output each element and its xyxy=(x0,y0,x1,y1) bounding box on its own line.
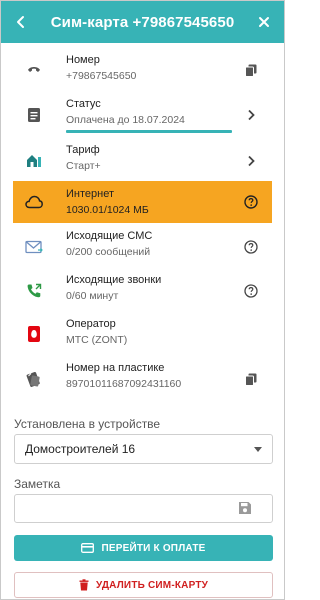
cloud-icon xyxy=(25,193,43,211)
sim-card-icon xyxy=(25,370,43,388)
help-icon[interactable] xyxy=(242,238,260,256)
credit-card-icon xyxy=(81,543,95,553)
operator-value: МТС (ZONT) xyxy=(66,334,128,346)
chevron-right-icon[interactable] xyxy=(242,106,260,124)
row-internet-text: Интернет 1030.01/1024 МБ xyxy=(66,187,149,217)
calls-value: 0/60 минут xyxy=(66,290,119,302)
tariff-icon xyxy=(25,151,43,169)
status-label: Статус xyxy=(66,98,101,110)
close-icon[interactable] xyxy=(254,12,274,32)
trash-icon xyxy=(79,579,89,591)
chevron-down-icon xyxy=(254,447,262,452)
pay-button[interactable]: ПЕРЕЙТИ К ОПЛАТЕ xyxy=(14,535,273,561)
row-calls: Исходящие звонки 0/60 минут xyxy=(13,273,272,309)
number-label: Номер xyxy=(66,54,100,66)
sms-label: Исходящие СМС xyxy=(66,230,153,242)
phone-icon xyxy=(25,60,43,78)
device-select-value: Домостроителей 16 xyxy=(25,442,136,456)
status-progress-bar xyxy=(66,130,232,133)
chevron-right-icon[interactable] xyxy=(242,152,260,170)
row-internet: Интернет 1030.01/1024 МБ xyxy=(13,181,272,223)
device-label: Установлена в устройстве xyxy=(14,417,161,431)
delete-button-label: УДАЛИТЬ СИМ-КАРТУ xyxy=(95,579,209,591)
tariff-value: Старт+ xyxy=(66,160,101,172)
back-icon[interactable] xyxy=(11,12,31,32)
note-input[interactable] xyxy=(14,494,273,523)
row-calls-text: Исходящие звонки 0/60 минут xyxy=(66,273,161,303)
row-plastic: Номер на пластике 89701011687092431160 xyxy=(13,361,272,397)
tariff-label: Тариф xyxy=(66,144,100,156)
note-label: Заметка xyxy=(14,477,61,491)
row-status-text: Статус Оплачена до 18.07.2024 xyxy=(66,97,185,127)
envelope-icon xyxy=(25,238,43,256)
device-select[interactable]: Домостроителей 16 xyxy=(14,434,273,464)
row-operator: Оператор МТС (ZONT) xyxy=(13,317,272,353)
row-number-text: Номер +79867545650 xyxy=(66,53,136,83)
internet-label: Интернет xyxy=(66,188,114,200)
help-icon[interactable] xyxy=(242,282,260,300)
row-operator-text: Оператор МТС (ZONT) xyxy=(66,317,127,347)
sms-value: 0/200 сообщений xyxy=(66,246,151,258)
row-number: Номер +79867545650 xyxy=(13,53,272,89)
internet-value: 1030.01/1024 МБ xyxy=(66,204,149,216)
copy-icon[interactable] xyxy=(242,370,260,388)
document-icon xyxy=(25,106,43,124)
row-status[interactable]: Статус Оплачена до 18.07.2024 xyxy=(13,95,272,135)
operator-label: Оператор xyxy=(66,318,116,330)
outgoing-call-icon xyxy=(25,282,43,300)
help-icon[interactable] xyxy=(242,193,260,211)
plastic-value: 89701011687092431160 xyxy=(66,378,182,390)
save-icon[interactable] xyxy=(238,501,254,517)
row-sms-text: Исходящие СМС 0/200 сообщений xyxy=(66,229,152,259)
row-tariff[interactable]: Тариф Старт+ xyxy=(13,143,272,179)
plastic-label: Номер на пластике xyxy=(66,362,165,374)
calls-label: Исходящие звонки xyxy=(66,274,162,286)
row-sms: Исходящие СМС 0/200 сообщений xyxy=(13,229,272,265)
delete-sim-button[interactable]: УДАЛИТЬ СИМ-КАРТУ xyxy=(14,572,273,598)
header: Сим-карта +79867545650 xyxy=(1,1,284,43)
copy-icon[interactable] xyxy=(242,61,260,79)
sim-card-dialog: Сим-карта +79867545650 Номер +7986754565… xyxy=(0,0,285,600)
row-tariff-text: Тариф Старт+ xyxy=(66,143,101,173)
status-value: Оплачена до 18.07.2024 xyxy=(66,114,185,126)
dialog-title: Сим-карта +79867545650 xyxy=(50,13,235,31)
number-value: +79867545650 xyxy=(66,70,137,82)
mts-logo-icon xyxy=(25,325,43,343)
pay-button-label: ПЕРЕЙТИ К ОПЛАТЕ xyxy=(101,542,206,554)
row-plastic-text: Номер на пластике 89701011687092431160 xyxy=(66,361,181,391)
